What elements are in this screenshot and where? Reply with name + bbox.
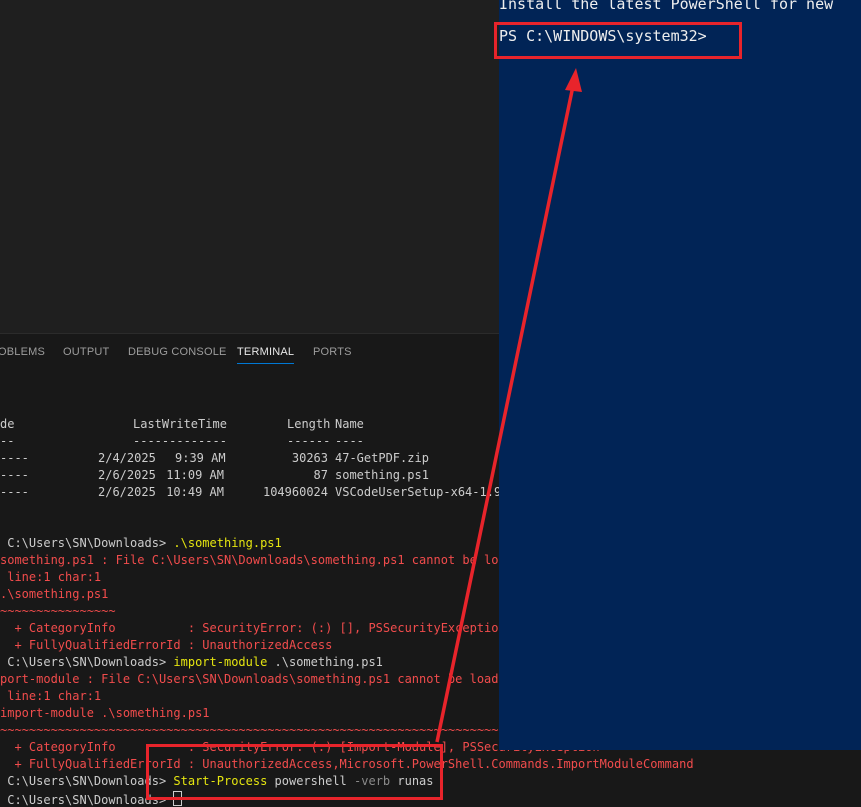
annotation-box-ps-prompt	[494, 22, 742, 59]
annotation-box-start-process	[146, 744, 443, 800]
error-message: something.ps1 : File C:\Users\SN\Downloa…	[0, 553, 521, 567]
error-underline: ~~~~~~~~~~~~~~~~~~~~~~~~~~~~~~~~~~~~~~~~…	[0, 723, 542, 737]
editor-area	[0, 0, 499, 333]
error-position: line:1 char:1	[0, 570, 102, 584]
col-lastwrite-dashes: -------------	[133, 434, 227, 448]
command: .\something.ps1	[173, 536, 282, 550]
row-length: 87	[313, 468, 328, 482]
row-date: 2/6/2025	[98, 468, 156, 482]
row-mode: ----	[0, 485, 29, 499]
row-time: 9:39 AM	[175, 451, 226, 465]
row-mode: ----	[0, 451, 29, 465]
col-mode-dashes: --	[0, 434, 15, 448]
command-line: C:\Users\SN\Downloads> import-module .\s…	[0, 655, 383, 669]
error-message: port-module : File C:\Users\SN\Downloads…	[0, 672, 513, 686]
col-length-dashes: ------	[287, 434, 331, 448]
powershell-admin-window[interactable]: Install the latest PowerShell for new PS…	[499, 0, 861, 750]
command-keyword: import-module	[173, 655, 268, 669]
row-length: 104960024	[262, 485, 328, 499]
row-name: VSCodeUserSetup-x64-1.96	[335, 485, 509, 499]
col-name-header: Name	[335, 417, 364, 431]
col-lastwrite-header: LastWriteTime	[133, 417, 227, 431]
command-argument: .\something.ps1	[267, 655, 383, 669]
command-line: C:\Users\SN\Downloads> .\something.ps1	[0, 536, 282, 550]
prompt: C:\Users\SN\Downloads>	[0, 655, 174, 669]
row-mode: ----	[0, 468, 29, 482]
col-length-header: Length	[287, 417, 331, 431]
powershell-banner: Install the latest PowerShell for new	[499, 0, 834, 13]
error-position: line:1 char:1	[0, 689, 102, 703]
error-source: import-module .\something.ps1	[0, 706, 210, 720]
row-time: 11:09 AM	[166, 468, 224, 482]
col-mode-header: de	[0, 417, 15, 431]
row-time: 10:49 AM	[166, 485, 224, 499]
row-name: 47-GetPDF.zip	[335, 451, 429, 465]
error-underline: ~~~~~~~~~~~~~~~~	[0, 604, 116, 618]
error-category: + CategoryInfo : SecurityError: (:) [], …	[0, 621, 506, 635]
error-id: + FullyQualifiedErrorId : UnauthorizedAc…	[0, 638, 333, 652]
col-name-dashes: ----	[335, 434, 364, 448]
row-date: 2/4/2025	[98, 451, 156, 465]
prompt: C:\Users\SN\Downloads>	[0, 536, 174, 550]
row-length: 30263	[291, 451, 328, 465]
error-source: .\something.ps1	[0, 587, 109, 601]
row-name: something.ps1	[335, 468, 429, 482]
row-date: 2/6/2025	[98, 485, 156, 499]
